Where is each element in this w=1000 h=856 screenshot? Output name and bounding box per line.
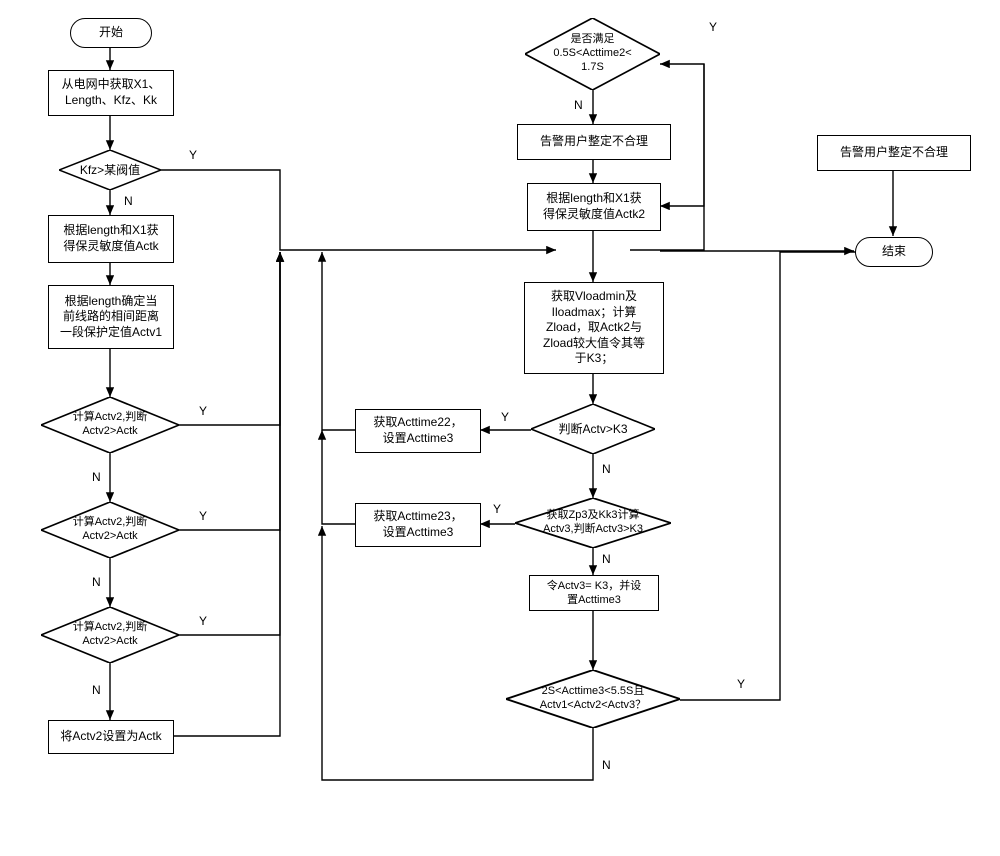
acttime2-range-decision: 是否满足 0.5S<Acttime2< 1.7S xyxy=(525,18,660,90)
edge-label-y: Y xyxy=(197,404,209,418)
edge-label-n: N xyxy=(600,462,613,476)
actv3-eq-k3-process: 令Actv3= K3，并设 置Acttime3 xyxy=(529,575,659,611)
kfz-threshold-decision: Kfz>某阀值 xyxy=(59,150,161,190)
fetch-params-process: 从电网中获取X1、 Length、Kfz、Kk xyxy=(48,70,174,116)
actk-process: 根据length和X1获 得保灵敏度值Actk xyxy=(48,215,174,263)
warn-user-2-process: 告警用户整定不合理 xyxy=(817,135,971,171)
actv-gt-k3-decision: 判断Actv>K3 xyxy=(531,404,655,454)
end-terminal: 结束 xyxy=(855,237,933,267)
edge-label-y: Y xyxy=(707,20,719,34)
acttime22-process: 获取Acttime22， 设置Acttime3 xyxy=(355,409,481,453)
actv1-process: 根据length确定当 前线路的相间距离 一段保护定值Actv1 xyxy=(48,285,174,349)
acttime23-process: 获取Acttime23， 设置Acttime3 xyxy=(355,503,481,547)
edge-label-y: Y xyxy=(491,502,503,516)
edge-label-n: N xyxy=(600,758,613,772)
edge-label-y: Y xyxy=(499,410,511,424)
actv2-gt-actk-decision-2: 计算Actv2,判断 Actv2>Actk xyxy=(41,502,179,558)
actv2-gt-actk-decision-3: 计算Actv2,判断 Actv2>Actk xyxy=(41,607,179,663)
warn-user-1-process: 告警用户整定不合理 xyxy=(517,124,671,160)
vload-k3-process: 获取Vloadmin及 Iloadmax；计算 Zload，取Actk2与 Zl… xyxy=(524,282,664,374)
edge-label-n: N xyxy=(90,470,103,484)
final-check-decision: 2S<Acttime3<5.5S且 Actv1<Actv2<Actv3？ xyxy=(506,670,680,728)
edge-label-n: N xyxy=(122,194,135,208)
edge-label-y: Y xyxy=(187,148,199,162)
actv2-gt-actk-decision-1: 计算Actv2,判断 Actv2>Actk xyxy=(41,397,179,453)
edge-label-n: N xyxy=(572,98,585,112)
start-terminal: 开始 xyxy=(70,18,152,48)
set-actv2-as-actk-process: 将Actv2设置为Actk xyxy=(48,720,174,754)
edge-label-y: Y xyxy=(197,614,209,628)
actk2-process: 根据length和X1获 得保灵敏度值Actk2 xyxy=(527,183,661,231)
edge-label-n: N xyxy=(90,575,103,589)
edge-label-y: Y xyxy=(735,677,747,691)
edge-label-n: N xyxy=(90,683,103,697)
zp3-kk3-decision: 获取Zp3及Kk3计算 Actv3,判断Actv3>K3 xyxy=(515,498,671,548)
edge-label-y: Y xyxy=(197,509,209,523)
edge-label-n: N xyxy=(600,552,613,566)
